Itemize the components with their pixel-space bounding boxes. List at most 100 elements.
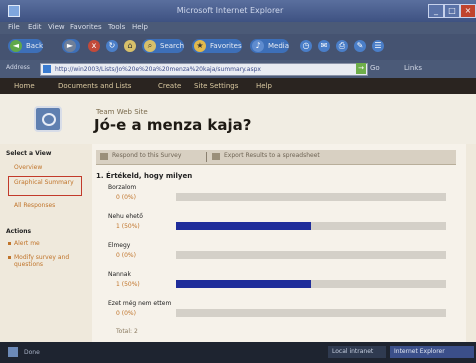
star-icon: ★ xyxy=(194,40,206,52)
site-name[interactable]: Team Web Site xyxy=(96,108,148,116)
minimize-button[interactable]: _ xyxy=(428,4,444,18)
action-modify-survey[interactable]: Modify survey and questions xyxy=(14,254,80,268)
option-count: 1 (50%) xyxy=(116,281,140,288)
print-icon: ⎙ xyxy=(336,40,348,52)
links-button[interactable]: Links xyxy=(404,64,422,72)
menu-view[interactable]: View xyxy=(48,23,65,31)
option-count: 0 (0%) xyxy=(116,194,136,201)
survey-option-row: Nannak 1 (50%) xyxy=(92,271,466,297)
page-header: Team Web Site Jó-e a menza kaja? xyxy=(0,94,476,144)
respond-label: Respond to this Survey xyxy=(112,152,182,159)
print-button[interactable]: ⎙ xyxy=(334,39,348,53)
nav-create[interactable]: Create xyxy=(158,82,181,90)
refresh-icon: ↻ xyxy=(106,40,118,52)
menu-tools[interactable]: Tools xyxy=(108,23,125,31)
forward-button[interactable]: ► xyxy=(62,39,80,53)
action-alert-me[interactable]: Alert me xyxy=(14,240,40,247)
menu-edit[interactable]: Edit xyxy=(28,23,42,31)
sidebar: Select a View Overview Graphical Summary… xyxy=(0,144,90,342)
media-button[interactable]: ♪ Media xyxy=(250,39,290,53)
refresh-button[interactable]: ↻ xyxy=(104,39,118,53)
mail-button[interactable]: ✉ xyxy=(316,39,330,53)
option-label: Ezet még nem ettem xyxy=(108,300,172,307)
nav-documents-and-lists[interactable]: Documents and Lists xyxy=(58,82,131,90)
menu-favorites[interactable]: Favorites xyxy=(70,23,102,31)
discuss-button[interactable]: ☰ xyxy=(370,39,384,53)
favorites-button[interactable]: ★ Favorites xyxy=(192,39,242,53)
result-bar-fill xyxy=(176,280,311,288)
option-label: Nehu ehető xyxy=(108,213,143,220)
back-button[interactable]: ◄ Back xyxy=(8,39,43,53)
close-button[interactable]: × xyxy=(460,4,476,18)
view-all-responses[interactable]: All Responses xyxy=(14,202,55,209)
select-view-heading: Select a View xyxy=(6,150,52,157)
survey-option-row: Borzalom 0 (0%) xyxy=(92,184,466,210)
address-input[interactable]: http://win2003/Lists/Jo%20e%20a%20menza%… xyxy=(40,63,368,76)
media-icon: ♪ xyxy=(252,40,264,52)
favorites-label: Favorites xyxy=(210,42,242,50)
maximize-button[interactable]: □ xyxy=(444,4,460,18)
page-done-icon xyxy=(8,347,18,357)
page-icon xyxy=(43,65,51,73)
result-bar-track xyxy=(176,193,446,201)
survey-option-row: Ezet még nem ettem 0 (0%) xyxy=(92,300,466,326)
home-button[interactable]: ⌂ xyxy=(122,39,136,53)
taskbar-item[interactable]: Internet Explorer xyxy=(390,346,474,358)
survey-content: Respond to this Survey Export Results to… xyxy=(92,144,466,342)
result-bar-track xyxy=(176,251,446,259)
page-body: Team Web Site Jó-e a menza kaja? Select … xyxy=(0,94,476,342)
view-overview[interactable]: Overview xyxy=(14,164,42,171)
menu-file[interactable]: File xyxy=(8,23,20,31)
stop-button[interactable]: x xyxy=(86,39,100,53)
survey-toolbar: Respond to this Survey Export Results to… xyxy=(96,150,456,165)
search-icon: ⌕ xyxy=(144,40,156,52)
address-label: Address xyxy=(6,64,30,71)
toolbar-separator xyxy=(206,152,207,162)
view-graphical-summary[interactable]: Graphical Summary xyxy=(14,179,74,186)
result-bar-track xyxy=(176,280,446,288)
edit-button[interactable]: ✎ xyxy=(352,39,366,53)
home-icon: ⌂ xyxy=(124,40,136,52)
spreadsheet-icon xyxy=(212,153,220,160)
survey-option-row: Elmegy 0 (0%) xyxy=(92,242,466,268)
option-label: Nannak xyxy=(108,271,131,278)
option-label: Elmegy xyxy=(108,242,131,249)
ie-icon xyxy=(8,5,20,17)
site-logo xyxy=(34,106,62,132)
option-label: Borzalom xyxy=(108,184,137,191)
total-responses: Total: 2 xyxy=(116,328,138,335)
go-button[interactable]: Go xyxy=(370,64,380,72)
nav-site-settings[interactable]: Site Settings xyxy=(194,82,238,90)
back-arrow-icon: ◄ xyxy=(10,40,22,52)
result-bar-fill xyxy=(176,222,311,230)
go-arrow-icon[interactable]: → xyxy=(356,63,366,74)
nav-help[interactable]: Help xyxy=(256,82,272,90)
edit-icon: ✎ xyxy=(354,40,366,52)
actions-heading: Actions xyxy=(6,228,32,235)
survey-icon xyxy=(100,153,108,160)
result-bar-track xyxy=(176,222,446,230)
option-count: 0 (0%) xyxy=(116,310,136,317)
back-label: Back xyxy=(26,42,43,50)
mail-icon: ✉ xyxy=(318,40,330,52)
forward-arrow-icon: ► xyxy=(64,40,76,52)
menubar: File Edit View Favorites Tools Help xyxy=(0,22,476,34)
page-title: Jó-e a menza kaja? xyxy=(94,116,252,134)
result-bar-track xyxy=(176,309,446,317)
option-count: 0 (0%) xyxy=(116,252,136,259)
security-zone: Local intranet xyxy=(328,346,386,358)
history-icon: ◷ xyxy=(300,40,312,52)
search-button[interactable]: ⌕ Search xyxy=(142,39,185,53)
export-button[interactable]: Export Results to a spreadsheet xyxy=(212,152,320,160)
option-count: 1 (50%) xyxy=(116,223,140,230)
bullet-icon xyxy=(8,256,11,259)
nav-home[interactable]: Home xyxy=(14,82,35,90)
history-button[interactable]: ◷ xyxy=(298,39,312,53)
export-label: Export Results to a spreadsheet xyxy=(224,152,320,159)
respond-button[interactable]: Respond to this Survey xyxy=(100,152,182,160)
sharepoint-nav: Home Documents and Lists Create Site Set… xyxy=(0,78,476,94)
menu-help[interactable]: Help xyxy=(132,23,148,31)
search-label: Search xyxy=(160,42,185,50)
window-titlebar: Microsoft Internet Explorer _ □ × xyxy=(0,0,476,22)
bullet-icon xyxy=(8,242,11,245)
